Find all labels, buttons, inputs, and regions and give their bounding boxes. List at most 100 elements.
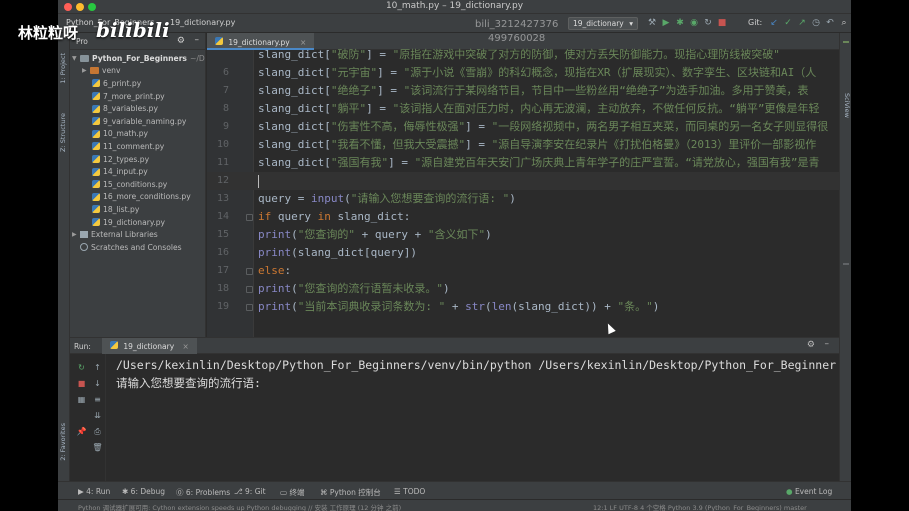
tree-item[interactable]: 16_more_conditions.py xyxy=(70,191,205,204)
tree-item[interactable]: 14_input.py xyxy=(70,165,205,178)
gear-icon[interactable]: ⚙ xyxy=(177,36,185,46)
trash-icon[interactable]: 🗑 xyxy=(92,442,103,453)
tool-button[interactable]: ✱ 6: Debug xyxy=(122,487,165,496)
tool-button[interactable]: ⓪ 6: Problems xyxy=(176,487,230,498)
tree-item[interactable]: 11_comment.py xyxy=(70,140,205,153)
vcs-push-icon[interactable]: ↗ xyxy=(796,17,808,29)
profile-icon[interactable]: ↻ xyxy=(702,17,714,29)
run-panel: Run: 19_dictionary × ⚙ – ↻ ↑ ■ ↓ ▦ ≡ ⇊ 📌… xyxy=(70,337,839,481)
code-line[interactable]: 15 print("您查询的" + query + "含义如下") xyxy=(207,226,839,244)
rollback-icon[interactable]: ↶ xyxy=(824,17,836,29)
code-token: "该词指人在面对压力时，内心再无波澜，主动放弃，不做任何反抗。“躺平”更像是年轻 xyxy=(392,102,820,115)
minimize-icon[interactable]: – xyxy=(825,339,830,349)
tool-button[interactable]: ⎇ 9: Git xyxy=(234,487,266,496)
code-line[interactable]: 12 xyxy=(207,172,839,190)
fold-icon[interactable] xyxy=(246,268,253,275)
code-line[interactable]: 8 slang_dict["躺平"] = "该词指人在面对压力时，内心再无波澜，主… xyxy=(207,100,839,118)
build-icon[interactable]: ⚒ xyxy=(646,17,658,29)
code-token: "强国有我" xyxy=(330,156,389,169)
print-icon[interactable]: ⎙ xyxy=(92,426,103,437)
debug-icon[interactable]: ✱ xyxy=(674,17,686,29)
tab-sciview[interactable]: SciView xyxy=(841,93,851,118)
tree-item[interactable]: 9_variable_naming.py xyxy=(70,115,205,128)
code-line[interactable]: 16 print(slang_dict[query]) xyxy=(207,244,839,262)
code-token: "源自建党百年天安门广场庆典上青年学子的庄严宣誓。“请党放心，强国有我”是青 xyxy=(414,156,820,169)
vcs-update-icon[interactable]: ↙ xyxy=(768,17,780,29)
tree-external-libraries[interactable]: ▶ External Libraries xyxy=(70,228,205,241)
scroll-up-icon[interactable]: ↑ xyxy=(92,362,103,373)
left-tool-strip: 1: Project Z: Structure 2: Favorites xyxy=(58,33,70,481)
tool-button[interactable]: ▶ 4: Run xyxy=(78,487,110,496)
tool-button[interactable]: ☰ TODO xyxy=(394,487,425,496)
event-log-button[interactable]: ● Event Log xyxy=(786,487,832,496)
tree-item-label: 9_variable_naming.py xyxy=(103,116,187,126)
tree-item[interactable]: 10_math.py xyxy=(70,128,205,141)
run-tab[interactable]: 19_dictionary × xyxy=(102,338,197,354)
gear-icon[interactable]: ⚙ xyxy=(807,340,815,350)
tree-item[interactable]: 15_conditions.py xyxy=(70,178,205,191)
tab-favorites[interactable]: 2: Favorites xyxy=(59,423,69,461)
code-line[interactable]: 7 slang_dict["绝绝子"] = "该词流行于某网络节目，节目中一些粉丝… xyxy=(207,82,839,100)
tree-item[interactable]: 18_list.py xyxy=(70,203,205,216)
code-line[interactable]: 18 print("您查询的流行语暂未收录。") xyxy=(207,280,839,298)
code-line[interactable]: 14 if query in slang_dict: xyxy=(207,208,839,226)
status-message[interactable]: Python 调试器扩展可用: Cython extension speeds … xyxy=(78,502,401,511)
close-icon[interactable]: × xyxy=(183,342,189,351)
code-line[interactable]: 13 query = input("请输入您想要查询的流行语: ") xyxy=(207,190,839,208)
run-icon[interactable]: ▶ xyxy=(660,17,672,29)
fold-icon[interactable] xyxy=(246,286,253,293)
chevron-right-icon[interactable]: ▶ xyxy=(82,67,90,74)
line-number: 9 xyxy=(222,121,229,132)
folder-icon xyxy=(80,54,89,62)
rerun-icon[interactable]: ↻ xyxy=(76,362,87,373)
chevron-down-icon[interactable]: ▼ xyxy=(72,55,80,62)
stop-icon[interactable]: ■ xyxy=(716,17,728,29)
code-editor[interactable]: 19_dictionary.py × slang_dict["破防"] = "原… xyxy=(207,33,839,337)
code-line[interactable]: 17 else: xyxy=(207,262,839,280)
code-token: "我看不懂，但我大受震撼" xyxy=(330,138,466,151)
layout-icon[interactable]: ▦ xyxy=(76,394,87,405)
console-output[interactable]: /Users/kexinlin/Desktop/Python_For_Begin… xyxy=(116,356,839,392)
python-file-icon xyxy=(92,129,100,138)
code-line[interactable]: 10 slang_dict["我看不懂，但我大受震撼"] = "源自导演李安在纪录… xyxy=(207,136,839,154)
tool-button[interactable]: ⌘ Python 控制台 xyxy=(320,487,381,498)
tree-item[interactable]: 7_more_print.py xyxy=(70,90,205,103)
tree-root[interactable]: ▼ Python_For_Beginners ~/D xyxy=(70,52,205,65)
minimize-icon[interactable]: – xyxy=(195,35,200,45)
code-line[interactable]: 9 slang_dict["伤害性不高，侮辱性极强"] = "一段网络视频中，两名… xyxy=(207,118,839,136)
code-token: "您查询的" xyxy=(297,228,355,241)
code-line[interactable]: 11 slang_dict["强国有我"] = "源自建党百年天安门广场庆典上青年… xyxy=(207,154,839,172)
fold-icon[interactable] xyxy=(246,304,253,311)
pin-icon[interactable]: 📌 xyxy=(76,426,87,437)
code-line[interactable]: 6 slang_dict["元宇宙"] = "源于小说《雪崩》的科幻概念，现指在X… xyxy=(207,64,839,82)
tab-structure[interactable]: Z: Structure xyxy=(59,113,69,152)
fold-icon[interactable] xyxy=(246,214,253,221)
chevron-right-icon[interactable]: ▶ xyxy=(72,231,80,238)
soft-wrap-icon[interactable]: ≡ xyxy=(92,394,103,405)
search-icon[interactable]: ⌕ xyxy=(838,17,850,29)
tree-item[interactable]: ▶ venv xyxy=(70,65,205,78)
code-token: "源于小说《雪崩》的科幻概念，现指在XR（扩展现实）、数字孪生、区块链和AI（人 xyxy=(403,66,817,79)
tool-button[interactable]: ▭ 终端 xyxy=(280,487,304,498)
tree-item-label: 18_list.py xyxy=(103,204,140,214)
problems-icon: ⓪ xyxy=(176,488,186,497)
vcs-commit-icon[interactable]: ✓ xyxy=(782,17,794,29)
status-bar: Python 调试器扩展可用: Cython extension speeds … xyxy=(58,499,851,511)
scroll-down-icon[interactable]: ↓ xyxy=(92,378,103,389)
tree-item[interactable]: 19_dictionary.py xyxy=(70,216,205,229)
breadcrumb-file[interactable]: 19_dictionary.py xyxy=(170,18,235,27)
code-line[interactable]: 19 print("当前本词典收录词条数为: " + str(len(slang… xyxy=(207,298,839,316)
tree-item[interactable]: 8_variables.py xyxy=(70,102,205,115)
code-line[interactable]: slang_dict["破防"] = "原指在游戏中突破了对方的防御，使对方丢失… xyxy=(207,46,839,64)
tree-scratches[interactable]: Scratches and Consoles xyxy=(70,241,205,254)
scroll-to-end-icon[interactable]: ⇊ xyxy=(92,410,103,421)
tree-item[interactable]: 12_types.py xyxy=(70,153,205,166)
line-number: 19 xyxy=(216,301,229,312)
history-icon[interactable]: ◷ xyxy=(810,17,822,29)
tab-project[interactable]: 1: Project xyxy=(59,53,69,84)
coverage-icon[interactable]: ◉ xyxy=(688,17,700,29)
status-info[interactable]: 12:1 LF UTF-8 4 个空格 Python 3.9 (Python_F… xyxy=(593,502,807,511)
run-config-select[interactable]: 19_dictionary ▾ xyxy=(568,17,638,30)
stop-icon[interactable]: ■ xyxy=(76,378,87,389)
tree-item[interactable]: 6_print.py xyxy=(70,77,205,90)
